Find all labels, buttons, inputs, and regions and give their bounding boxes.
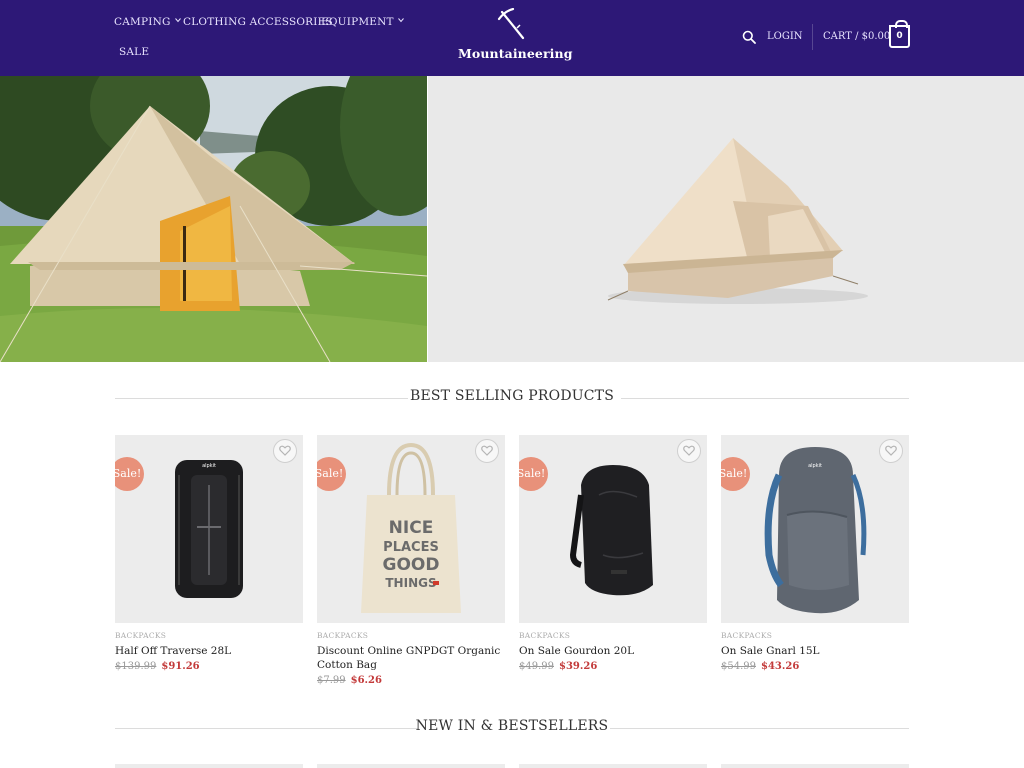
chevron-down-icon: [174, 18, 181, 23]
sale-price: $6.26: [350, 675, 382, 686]
black-backpack-image: alpkit: [175, 460, 243, 598]
product-category[interactable]: Backpacks: [519, 631, 707, 640]
best-selling-title: Best Selling Products: [409, 388, 614, 404]
cart-link[interactable]: Cart / $0.00: [823, 31, 890, 42]
product-name[interactable]: On Sale Gourdon 20L: [519, 644, 707, 658]
product-image[interactable]: alpkit Sale!: [721, 435, 909, 623]
product-category[interactable]: Backpacks: [721, 631, 909, 640]
product-card[interactable]: Sale! Backpacks On Sale Gourdon 20L $49.…: [519, 435, 707, 672]
site-logo[interactable]: Mountaineering: [458, 8, 573, 68]
product-price: $49.99 $39.26: [519, 661, 707, 672]
product-image[interactable]: NICE PLACES GOOD THINGS Sale!: [317, 435, 505, 623]
product-image-peek: [519, 764, 707, 768]
nav-clothing-accessories[interactable]: Clothing Accessories: [183, 16, 333, 28]
product-image-peek: [115, 764, 303, 768]
product-price: $54.99 $43.26: [721, 661, 909, 672]
product-price: $7.99 $6.26: [317, 675, 505, 686]
old-price: $139.99: [115, 661, 157, 672]
nav-clothing-accessories-label: Clothing Accessories: [183, 16, 333, 28]
chevron-down-icon: [397, 18, 404, 23]
wishlist-button[interactable]: [273, 439, 297, 463]
nav-camping[interactable]: Camping: [114, 16, 181, 28]
best-selling-heading: Best Selling Products: [115, 388, 909, 408]
header-divider: [812, 24, 813, 50]
old-price: $54.99: [721, 661, 756, 672]
tent-studio-image: [428, 76, 1024, 362]
product-image[interactable]: Sale!: [519, 435, 707, 623]
wishlist-button[interactable]: [879, 439, 903, 463]
heart-icon: [481, 445, 493, 456]
old-price: $7.99: [317, 675, 346, 686]
wishlist-button[interactable]: [677, 439, 701, 463]
product-price: $139.99 $91.26: [115, 661, 303, 672]
cart-count-badge[interactable]: 0: [889, 20, 910, 48]
wishlist-button[interactable]: [475, 439, 499, 463]
product-image-peek: [317, 764, 505, 768]
banner-tent-studio[interactable]: [428, 76, 1024, 362]
login-link[interactable]: Login: [767, 31, 803, 42]
product-card[interactable]: NICE PLACES GOOD THINGS Sale! Backpacks …: [317, 435, 505, 686]
nav-camping-label: Camping: [114, 16, 171, 28]
sale-price: $39.26: [559, 661, 598, 672]
grey-backpack-image: alpkit: [764, 447, 867, 614]
new-in-heading: New In & Bestsellers: [115, 718, 909, 738]
heart-icon: [683, 445, 695, 456]
nav-equipment-label: Equipment: [321, 16, 394, 28]
sale-price: $43.26: [761, 661, 800, 672]
old-price: $49.99: [519, 661, 554, 672]
banner-tent-field[interactable]: [0, 76, 427, 362]
sale-price: $91.26: [161, 661, 200, 672]
nav-sale-label: Sale: [119, 46, 150, 58]
heading-rule-right: [610, 728, 909, 729]
site-header: Camping Clothing Accessories Equipment S…: [0, 0, 1024, 76]
black-daypack-image: [569, 465, 653, 596]
svg-text:alpkit: alpkit: [808, 463, 822, 469]
product-card[interactable]: alpkit Sale! Backpacks Half Off Traverse…: [115, 435, 303, 672]
tote-print-line: PLACES: [383, 540, 439, 555]
ice-axe-icon: [497, 8, 525, 40]
tote-bag-image: NICE PLACES GOOD THINGS: [361, 442, 461, 613]
nav-sale[interactable]: Sale: [119, 46, 149, 58]
tote-print-line: GOOD: [383, 555, 440, 575]
product-category[interactable]: Backpacks: [317, 631, 505, 640]
heart-icon: [279, 445, 291, 456]
heart-icon: [885, 445, 897, 456]
heading-rule-right: [621, 398, 909, 399]
search-icon[interactable]: [742, 30, 756, 44]
product-name[interactable]: On Sale Gnarl 15L: [721, 644, 909, 658]
logo-text: Mountaineering: [458, 46, 573, 61]
product-image[interactable]: alpkit Sale!: [115, 435, 303, 623]
product-name[interactable]: Discount Online GNPDGT Organic Cotton Ba…: [317, 644, 505, 672]
product-name[interactable]: Half Off Traverse 28L: [115, 644, 303, 658]
nav-equipment[interactable]: Equipment: [321, 16, 404, 28]
product-category[interactable]: Backpacks: [115, 631, 303, 640]
tote-print-line: NICE: [389, 518, 434, 538]
tote-print-line: THINGS: [385, 576, 436, 590]
new-in-title: New In & Bestsellers: [415, 718, 609, 734]
product-image-peek: [721, 764, 909, 768]
svg-text:alpkit: alpkit: [202, 463, 216, 469]
product-card[interactable]: alpkit Sale! Backpacks On Sale Gnarl 15L…: [721, 435, 909, 672]
tent-field-image: [0, 76, 427, 362]
